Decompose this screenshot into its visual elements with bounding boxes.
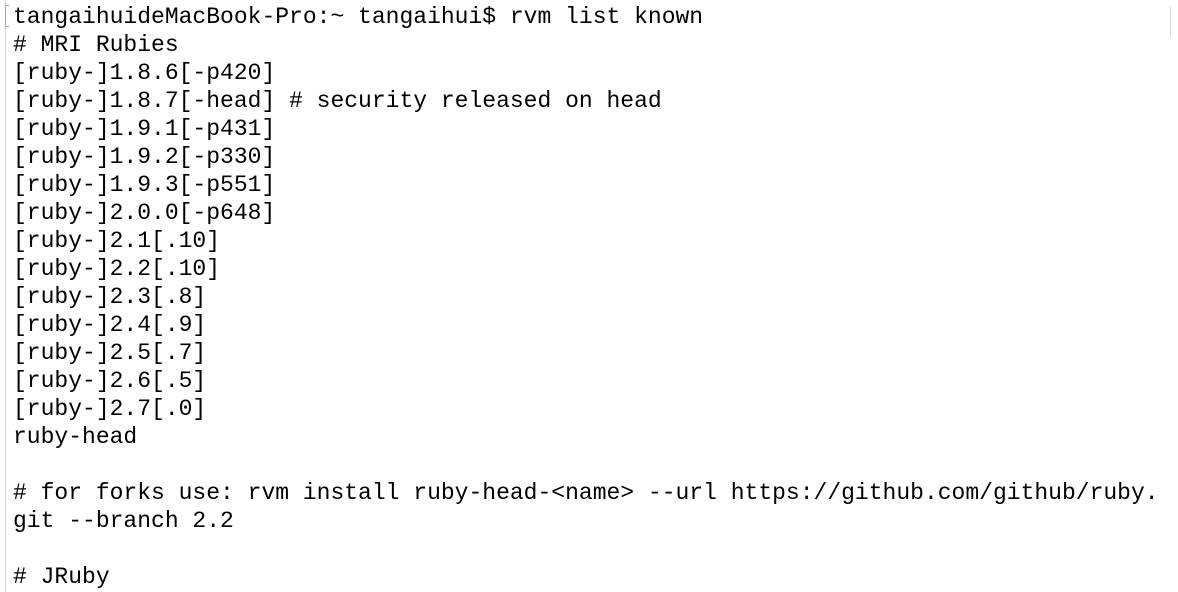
output-line: [ruby-]2.1[.10] (13, 228, 221, 254)
terminal-window[interactable]: tangaihuideMacBook-Pro:~ tangaihui$ rvm … (0, 0, 1178, 592)
output-line: [ruby-]2.2[.10] (13, 256, 221, 282)
output-line: [ruby-]1.9.2[-p330] (13, 144, 276, 170)
output-line: ruby-head (13, 424, 138, 450)
output-line: [ruby-]2.3[.8] (13, 284, 207, 310)
output-line: [ruby-]2.4[.9] (13, 312, 207, 338)
prompt-command-line: tangaihuideMacBook-Pro:~ tangaihui$ rvm … (13, 4, 704, 30)
output-line: # for forks use: rvm install ruby-head-<… (13, 480, 1159, 506)
output-line: git --branch 2.2 (13, 508, 234, 534)
output-line: # JRuby (13, 564, 110, 590)
terminal-right-border (1170, 6, 1171, 36)
output-line: [ruby-]2.7[.0] (13, 396, 207, 422)
output-line: [ruby-]1.8.6[-p420] (13, 60, 276, 86)
output-line: [ruby-]1.9.1[-p431] (13, 116, 276, 142)
output-line: # MRI Rubies (13, 32, 179, 58)
terminal-output[interactable]: tangaihuideMacBook-Pro:~ tangaihui$ rvm … (13, 3, 1159, 591)
output-line: [ruby-]2.6[.5] (13, 368, 207, 394)
output-line: [ruby-]1.9.3[-p551] (13, 172, 276, 198)
terminal-left-border (5, 0, 6, 592)
output-line: [ruby-]2.5[.7] (13, 340, 207, 366)
line-marker-bracket (5, 5, 9, 27)
output-line: [ruby-]1.8.7[-head] # security released … (13, 88, 662, 114)
output-line: [ruby-]2.0.0[-p648] (13, 200, 276, 226)
